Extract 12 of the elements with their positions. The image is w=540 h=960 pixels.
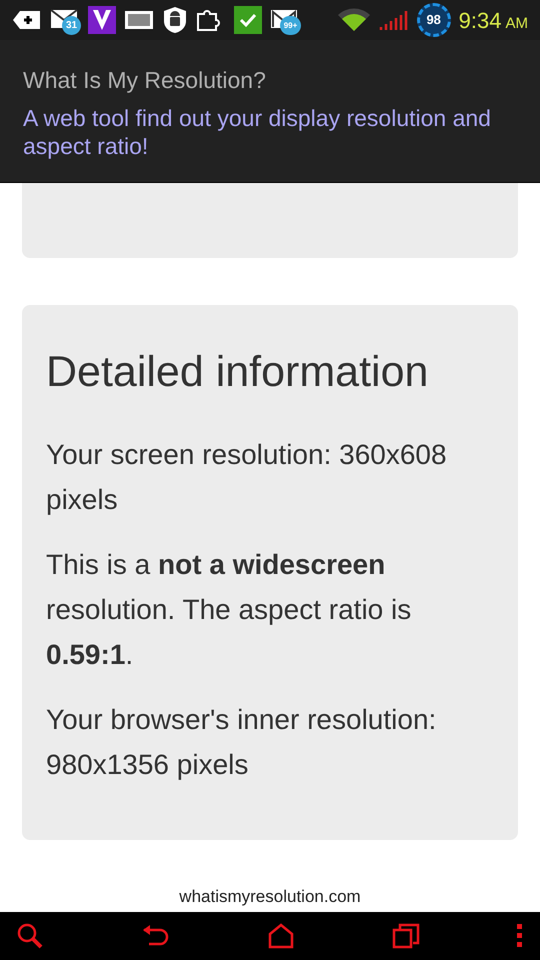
battery-level: 98 (416, 3, 451, 37)
mail-count-badge: 99+ (280, 16, 301, 35)
card-heading: Detailed information (46, 347, 430, 398)
footer-domain: whatismyresolution.com (179, 886, 361, 908)
info-paragraph: Your screen resolution: 360x608 pixels (46, 438, 448, 517)
info-paragraph: This is a not a widescreen resolution. The aspect ratio is 0.59:1. (46, 548, 412, 672)
clock-period: AM (506, 14, 528, 34)
header-subtitle: A web tool find out your display resolution and aspect ratio! (23, 104, 492, 160)
info-paragraph: Your browser's inner resolution: 980x1356 pixels (46, 703, 438, 782)
header-title: What Is My Resolution? (23, 66, 267, 94)
clock-time: 9:34 (458, 6, 502, 34)
mail-count-badge: 31 (62, 16, 81, 35)
